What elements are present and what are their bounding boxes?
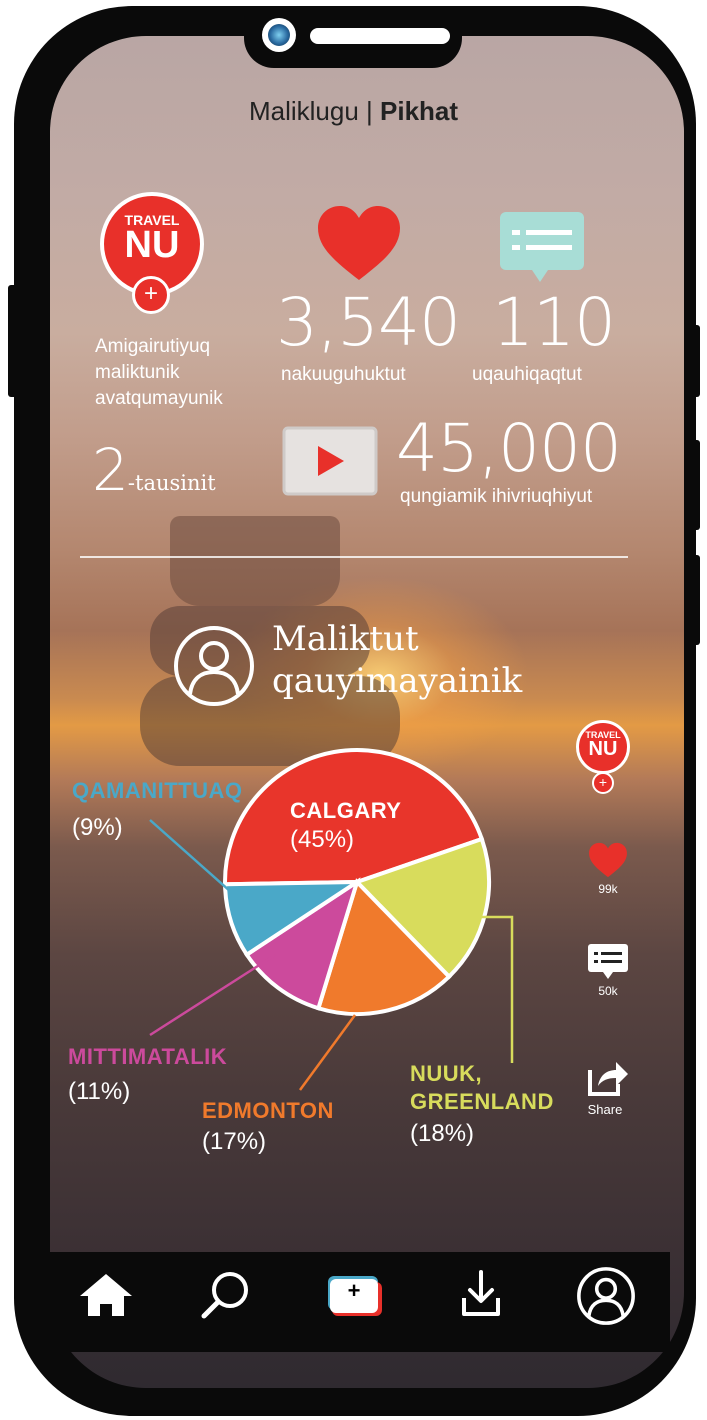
percent-qamanittuaq: (9%) <box>72 814 123 841</box>
side-likes-count: 99k <box>598 882 618 896</box>
label-mittimatalik: MITTIMATALIK <box>68 1044 228 1069</box>
leader-line-mittimatalik <box>149 953 276 1037</box>
leader-line-edmonton <box>298 1014 357 1091</box>
label-edmonton: EDMONTON <box>202 1098 334 1123</box>
side-logo-main-text: NU <box>588 738 618 760</box>
share-icon[interactable] <box>586 1058 630 1098</box>
search-icon[interactable] <box>198 1270 252 1322</box>
home-icon[interactable] <box>78 1272 134 1318</box>
percent-calgary: (45%) <box>290 826 355 853</box>
percent-mittimatalik: (11%) <box>68 1078 131 1105</box>
label-qamanittuaq: QAMANITTUAQ <box>72 778 243 803</box>
leader-line-nuuk <box>480 915 514 1063</box>
label-nuuk: NUUK, GREENLAND <box>410 1060 554 1116</box>
create-post-plus: + <box>347 1278 361 1303</box>
percent-edmonton: (17%) <box>202 1128 267 1155</box>
label-nuuk-line: NUUK, <box>410 1061 483 1086</box>
pie-chart <box>149 748 514 1091</box>
side-heart-icon[interactable] <box>588 842 628 878</box>
label-nuuk-line: GREENLAND <box>410 1089 554 1114</box>
download-icon[interactable] <box>460 1268 502 1320</box>
profile-icon[interactable] <box>576 1266 636 1326</box>
side-comment-icon[interactable] <box>588 944 628 982</box>
side-follow-plus-button[interactable]: + <box>592 772 614 794</box>
percent-nuuk: (18%) <box>410 1120 475 1147</box>
label-calgary: CALGARY <box>290 798 402 823</box>
side-comments-count: 50k <box>598 984 618 998</box>
share-label: Share <box>587 1102 623 1117</box>
side-travel-nu-logo[interactable]: TRAVEL NU <box>576 720 630 774</box>
